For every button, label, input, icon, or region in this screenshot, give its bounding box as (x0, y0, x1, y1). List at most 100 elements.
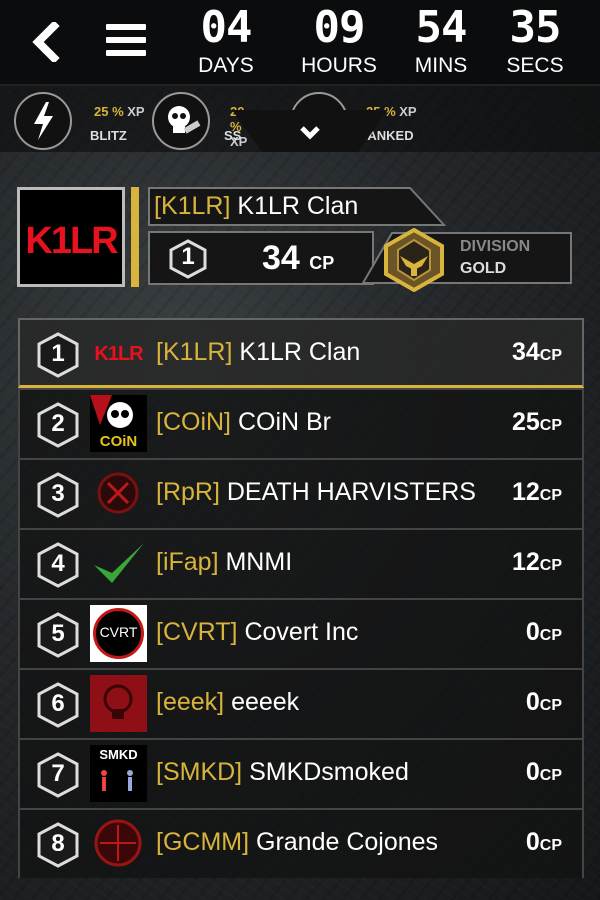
checkmark-icon (94, 543, 144, 583)
countdown-days-label: DAYS (198, 54, 254, 77)
row-score: 12 (511, 548, 540, 576)
leaderboard-row[interactable]: 4 [iFap] MNMI 12CP (18, 528, 584, 598)
avatar-text: COiN (99, 433, 138, 450)
countdown-hours-label: HOURS (301, 54, 377, 77)
row-name: Covert Inc (244, 618, 359, 646)
soldiers-icon (101, 770, 133, 791)
row-name: Grande Cojones (256, 828, 439, 856)
row-rank: 3 (51, 480, 65, 507)
mode-blitz-xp: 25 % (94, 104, 124, 119)
row-tag: [COiN] (156, 408, 231, 436)
row-tag: [eeek] (156, 688, 225, 716)
mode-blitz-xp-unit: XP (127, 104, 145, 119)
row-name: COiN Br (237, 408, 332, 436)
leaderboard-row[interactable]: 2 COiN [COiN] COiN Br 25CP (18, 388, 584, 458)
row-tag: [K1LR] (156, 338, 233, 366)
countdown-secs-label: SECS (506, 54, 564, 77)
leaderboard-row[interactable]: 6 [eeek] eeeek 0CP (18, 668, 584, 738)
row-score: 34 (511, 338, 540, 366)
row-score-unit: CP (539, 697, 562, 714)
row-name: K1LR Clan (239, 338, 361, 366)
row-score: 12 (511, 478, 540, 506)
row-name: MNMI (225, 548, 293, 576)
clan-tag: [K1LR] (154, 192, 231, 220)
clan-avatar: K1LR (90, 325, 147, 382)
clan-score-panel: 1 34 CP (148, 231, 374, 285)
countdown-hours-value: 09 (313, 2, 366, 53)
row-name: SMKDsmoked (249, 758, 409, 786)
row-score: 25 (511, 408, 540, 436)
row-rank: 4 (51, 550, 65, 577)
division-badge: DIVISION GOLD (362, 228, 572, 292)
mode-ss[interactable]: 20 % XP SS (152, 86, 247, 152)
row-rank: 5 (51, 620, 65, 647)
skull-icon (103, 684, 133, 719)
crosshair-emblem-icon (94, 819, 142, 867)
division-label: DIVISION (460, 238, 531, 255)
leaderboard-row[interactable]: 5 CVRT [CVRT] Covert Inc 0CP (18, 598, 584, 668)
clan-name-plate: [K1LR] K1LR Clan (148, 187, 448, 227)
row-score: 0 (525, 688, 540, 716)
clan-avatar (90, 535, 147, 592)
clan-avatar: SMKD (90, 745, 147, 802)
row-score-unit: CP (539, 557, 562, 574)
countdown-mins-value: 54 (415, 2, 468, 53)
lightning-icon (14, 92, 72, 150)
expand-modes-tab[interactable] (232, 110, 388, 152)
top-bar: 04 DAYS 09 HOURS 54 MINS 35 SECS (0, 0, 600, 86)
clan-avatar (90, 815, 147, 872)
clan-avatar: COiN (90, 395, 147, 452)
countdown-secs: 35 SECS (500, 4, 570, 78)
avatar-text: K1LR (94, 343, 143, 365)
reaper-emblem-icon (97, 472, 139, 514)
countdown-days: 04 DAYS (190, 4, 262, 78)
clan-avatar (90, 465, 147, 522)
clan-avatar (90, 675, 147, 732)
clan-leaderboard: 1 K1LR [K1LR] K1LR Clan 34CP 2 COiN [COi… (18, 318, 584, 878)
clan-logo-text: K1LR (25, 220, 118, 262)
leaderboard-row[interactable]: 8 [GCMM] Grande Cojones 0CP (18, 808, 584, 878)
clan-name: K1LR Clan (237, 192, 359, 220)
skull-icon (152, 92, 210, 150)
clan-score: 34 (262, 239, 300, 277)
leaderboard-row[interactable]: 1 K1LR [K1LR] K1LR Clan 34CP (18, 318, 584, 388)
division-value: GOLD (460, 260, 507, 277)
clan-score-unit: CP (309, 253, 335, 273)
mode-blitz-name: BLITZ (90, 128, 127, 143)
countdown-secs-value: 35 (509, 2, 562, 53)
mode-blitz[interactable]: 25 % XP BLITZ (14, 86, 154, 152)
mode-ranked-xp-unit: XP (399, 104, 417, 119)
gold-accent-bar (131, 187, 139, 287)
clan-avatar: CVRT (90, 605, 147, 662)
countdown-mins-label: MINS (414, 54, 468, 77)
row-name: eeeek (231, 688, 300, 716)
countdown-days-value: 04 (200, 2, 253, 53)
row-rank: 1 (51, 340, 65, 367)
row-score-unit: CP (539, 347, 562, 364)
row-rank: 7 (51, 760, 65, 787)
row-tag: [GCMM] (156, 828, 250, 856)
avatar-text: CVRT (99, 624, 138, 640)
row-tag: [CVRT] (156, 618, 238, 646)
row-score-unit: CP (539, 627, 562, 644)
row-score-unit: CP (539, 487, 562, 504)
leaderboard-row[interactable]: 7 SMKD [SMKD] SMKDsmoked 0CP (18, 738, 584, 808)
clan-rank: 1 (181, 243, 195, 270)
row-name: DEATH HARVISTERS (226, 478, 476, 506)
row-tag: [iFap] (156, 548, 219, 576)
hamburger-menu-icon[interactable] (106, 24, 146, 60)
clan-logo: K1LR (17, 187, 125, 287)
row-score: 0 (525, 758, 540, 786)
row-score-unit: CP (539, 837, 562, 854)
row-score-unit: CP (539, 767, 562, 784)
countdown-mins: 54 MINS (406, 4, 476, 78)
countdown-hours: 09 HOURS (296, 4, 382, 78)
leaderboard-row[interactable]: 3 [RpR] DEATH HARVISTERS 12CP (18, 458, 584, 528)
row-rank: 6 (51, 690, 65, 717)
row-score: 0 (525, 618, 540, 646)
back-arrow-icon[interactable] (28, 22, 68, 62)
row-score-unit: CP (539, 417, 562, 434)
row-tag: [RpR] (156, 478, 220, 506)
gold-division-emblem-icon (384, 228, 444, 292)
row-tag: [SMKD] (156, 758, 243, 786)
